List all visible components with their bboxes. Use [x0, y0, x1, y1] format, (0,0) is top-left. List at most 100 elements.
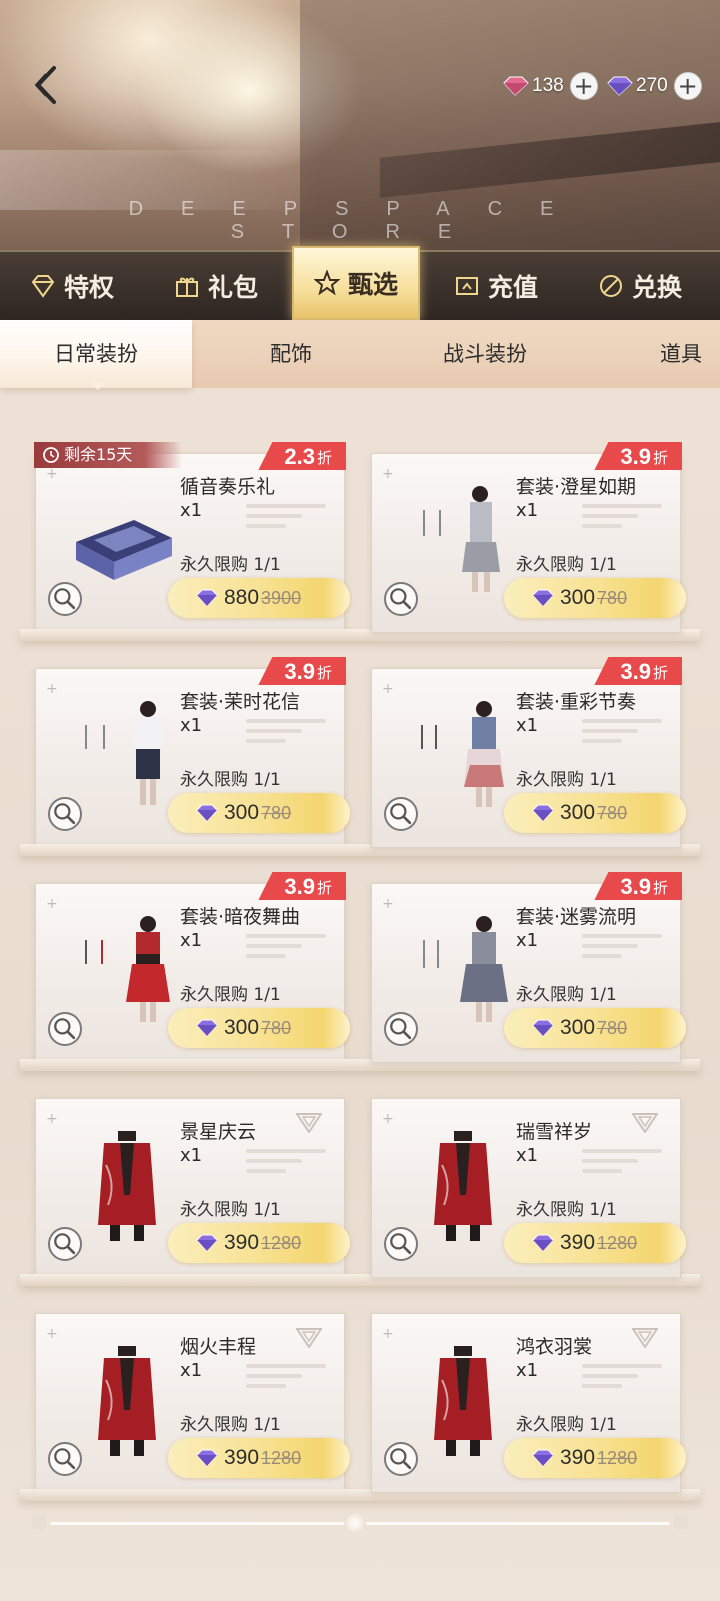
- preview-search-icon[interactable]: [48, 1012, 82, 1046]
- scroll-thumb[interactable]: [344, 1512, 366, 1534]
- item-thumbnail: [64, 910, 184, 1030]
- buy-button[interactable]: 390 1280: [168, 1223, 350, 1263]
- discount-value: 3.9: [620, 659, 651, 684]
- plus-icon: +: [382, 466, 394, 482]
- item-name: 瑞雪祥岁: [516, 1121, 593, 1143]
- shop-item-card[interactable]: + 循音奏乐礼 x1 永久限购 1/1 880 3900 2.3 折 剩余15天: [34, 442, 350, 633]
- purple-gem-icon: [532, 804, 554, 822]
- tab-exchange[interactable]: 兑换: [568, 252, 712, 320]
- preview-search-icon[interactable]: [48, 797, 82, 831]
- purchase-limit: 永久限购 1/1: [180, 1415, 281, 1435]
- shop-item-card[interactable]: + 景星庆云 x1 永久限购 1/1 390 1280: [35, 1098, 350, 1278]
- shop-item-card[interactable]: + 套装·澄星如期 x1 永久限购 1/1 300 780 3.9 折: [371, 442, 686, 633]
- preview-search-icon[interactable]: [384, 1227, 418, 1261]
- item-quantity: x1: [180, 1145, 203, 1166]
- brand-logo-icon: [296, 1328, 322, 1348]
- store-banner: 138 + 270 + DEEPSPACE STORE: [0, 0, 720, 250]
- clock-icon: [43, 447, 59, 463]
- add-pink-gem-button[interactable]: +: [569, 72, 598, 100]
- price: 390: [560, 1446, 596, 1469]
- discount-badge: 3.9 折: [258, 872, 346, 900]
- decorative-lines: [582, 1149, 662, 1199]
- preview-search-icon[interactable]: [384, 582, 418, 616]
- tab-recharge[interactable]: 充值: [424, 252, 568, 320]
- add-purple-gem-button[interactable]: +: [673, 72, 702, 100]
- discount-badge: 3.9 折: [594, 442, 682, 470]
- item-thumbnail: [64, 480, 184, 600]
- preview-search-icon[interactable]: [48, 1442, 82, 1476]
- purchase-limit: 永久限购 1/1: [516, 555, 617, 575]
- preview-search-icon[interactable]: [384, 1012, 418, 1046]
- shop-item-card[interactable]: + 套装·重彩节奏 x1 永久限购 1/1 300 780 3.9 折: [371, 657, 686, 848]
- decorative-lines: [582, 719, 662, 769]
- main-tabs: 特权 礼包 甄选 充值 兑换: [0, 246, 720, 320]
- buy-button[interactable]: 390 1280: [504, 1438, 686, 1478]
- preview-search-icon[interactable]: [48, 1227, 82, 1261]
- buy-button[interactable]: 880 3900: [168, 578, 350, 618]
- original-price: 780: [261, 1017, 292, 1038]
- shop-item-card[interactable]: + 瑞雪祥岁 x1 永久限购 1/1 390 1280: [371, 1098, 686, 1278]
- purchase-limit: 永久限购 1/1: [516, 1415, 617, 1435]
- scroll-right-button[interactable]: [674, 1515, 688, 1529]
- exchange-icon: [599, 275, 622, 297]
- buy-button[interactable]: 300 780: [168, 1008, 350, 1048]
- currency-pink: 138 +: [500, 70, 598, 102]
- decorative-lines: [246, 1364, 326, 1414]
- shop-item-card[interactable]: + 鸿衣羽裳 x1 永久限购 1/1 390 1280: [371, 1313, 686, 1493]
- purple-gem-icon: [532, 1019, 554, 1037]
- preview-search-icon[interactable]: [48, 582, 82, 616]
- item-quantity: x1: [516, 715, 539, 736]
- preview-search-icon[interactable]: [384, 797, 418, 831]
- item-thumbnail: [64, 695, 184, 815]
- item-quantity: x1: [180, 715, 203, 736]
- pink-gem-amount: 138: [532, 75, 564, 96]
- item-thumbnail: [400, 480, 520, 600]
- back-chevron-icon[interactable]: [26, 60, 66, 110]
- subtab-battle-outfit[interactable]: 战斗装扮: [443, 320, 527, 388]
- price: 390: [224, 1446, 260, 1469]
- price: 300: [560, 1016, 596, 1039]
- tab-gift-pack[interactable]: 礼包: [144, 252, 288, 320]
- subtab-accessories[interactable]: 配饰: [270, 320, 312, 388]
- shop-item-card[interactable]: + 套装·暗夜舞曲 x1 永久限购 1/1 300 780 3.9 折: [35, 872, 350, 1063]
- purple-gem-icon: [196, 1234, 218, 1252]
- shop-item-card[interactable]: + 烟火丰程 x1 永久限购 1/1 390 1280: [35, 1313, 350, 1493]
- star-icon: [313, 270, 340, 296]
- price: 300: [560, 801, 596, 824]
- buy-button[interactable]: 390 1280: [504, 1223, 686, 1263]
- buy-button[interactable]: 300 780: [504, 793, 686, 833]
- discount-value: 2.3: [284, 444, 315, 469]
- price: 300: [224, 1016, 260, 1039]
- purple-gem-amount: 270: [636, 75, 668, 96]
- scroll-left-button[interactable]: [32, 1515, 46, 1529]
- item-name: 烟火丰程: [180, 1336, 257, 1358]
- subtab-daily-outfit[interactable]: 日常装扮: [0, 320, 192, 388]
- buy-button[interactable]: 390 1280: [168, 1438, 350, 1478]
- price: 300: [560, 586, 596, 609]
- buy-button[interactable]: 300 780: [504, 1008, 686, 1048]
- buy-button[interactable]: 300 780: [168, 793, 350, 833]
- original-price: 1280: [597, 1447, 638, 1468]
- original-price: 780: [261, 802, 292, 823]
- plus-icon: +: [382, 896, 394, 912]
- subtab-props[interactable]: 道具: [660, 320, 702, 388]
- original-price: 1280: [261, 1232, 302, 1253]
- plus-icon: +: [46, 1326, 58, 1342]
- tab-privilege[interactable]: 特权: [0, 252, 144, 320]
- item-thumbnail: [400, 910, 520, 1030]
- price: 390: [560, 1231, 596, 1254]
- preview-search-icon[interactable]: [384, 1442, 418, 1476]
- purple-gem-icon: [532, 589, 554, 607]
- brand-logo-icon: [632, 1328, 658, 1348]
- item-quantity: x1: [516, 1360, 539, 1381]
- item-name: 套装·茉时花信: [180, 691, 301, 713]
- discount-badge: 3.9 折: [258, 657, 346, 685]
- buy-button[interactable]: 300 780: [504, 578, 686, 618]
- shop-item-card[interactable]: + 套装·迷雾流明 x1 永久限购 1/1 300 780 3.9 折: [371, 872, 686, 1063]
- discount-value: 3.9: [284, 874, 315, 899]
- tab-selection[interactable]: 甄选: [292, 246, 420, 320]
- item-quantity: x1: [516, 500, 539, 521]
- plus-icon: +: [382, 681, 394, 697]
- shop-item-card[interactable]: + 套装·茉时花信 x1 永久限购 1/1 300 780 3.9 折: [35, 657, 350, 848]
- discount-value: 3.9: [620, 444, 651, 469]
